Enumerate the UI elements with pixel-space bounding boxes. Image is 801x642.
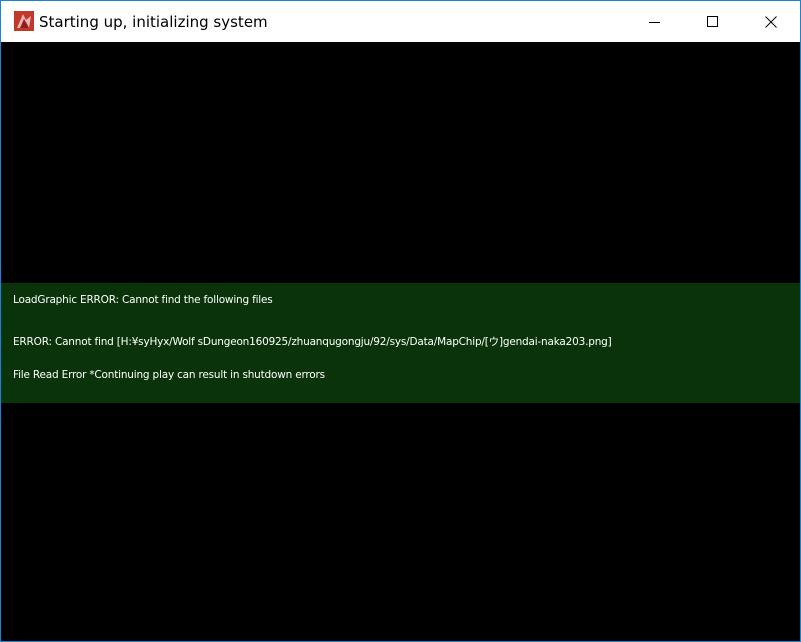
- maximize-icon: [707, 15, 718, 27]
- error-message-panel: LoadGraphic ERROR: Cannot find the follo…: [1, 283, 800, 403]
- close-icon: [765, 15, 777, 28]
- error-line-missing-file: ERROR: Cannot find [H:¥syHyx/Wolf sDunge…: [13, 336, 612, 348]
- minimize-button[interactable]: [626, 1, 684, 42]
- minimize-icon: [649, 21, 660, 23]
- close-button[interactable]: [742, 1, 800, 42]
- game-canvas: LoadGraphic ERROR: Cannot find the follo…: [1, 42, 800, 641]
- maximize-button[interactable]: [684, 1, 742, 42]
- app-icon: [14, 11, 34, 31]
- title-bar[interactable]: Starting up, initializing system: [1, 1, 800, 42]
- error-line-load-graphic: LoadGraphic ERROR: Cannot find the follo…: [13, 294, 273, 306]
- window-title: Starting up, initializing system: [39, 13, 268, 31]
- app-window: Starting up, initializing system LoadGra…: [0, 0, 801, 642]
- error-line-file-read: File Read Error *Continuing play can res…: [13, 369, 325, 381]
